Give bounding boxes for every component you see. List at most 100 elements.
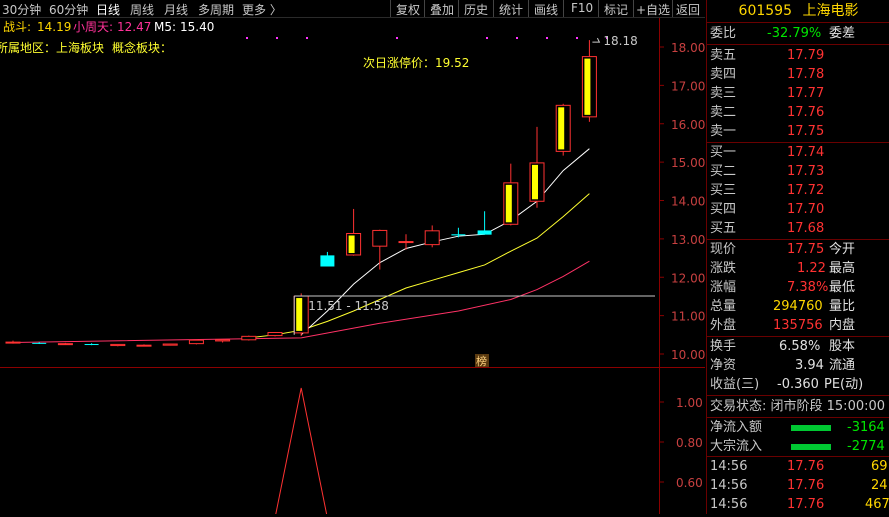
candle-fill [505, 184, 512, 223]
bid-label: 买四 [710, 202, 737, 217]
tick-row: 14:56 17.76 24 [707, 476, 889, 495]
flow-bar [791, 444, 831, 450]
bid-price: 17.74 [787, 145, 825, 160]
stat-label: 外盘 [710, 318, 737, 333]
stat-label: 现价 [710, 242, 737, 257]
add-watchlist-button[interactable]: +自选 [636, 1, 670, 18]
toolbar-divider [528, 0, 529, 17]
f10-button[interactable]: F10 [571, 1, 593, 15]
stat-label: 涨跌 [710, 261, 737, 276]
period-toolbar: 30分钟 60分钟 日线 周线 月线 多周期 更多 〉 复权 叠加 历史 统计 … [0, 0, 705, 18]
flow-label: 净流入额 [710, 420, 763, 435]
tick-time: 14:56 [710, 497, 748, 512]
price-tick-label: 18.00 [671, 41, 705, 55]
m5-value: 15.40 [180, 20, 214, 34]
signal-dot [576, 37, 578, 39]
price-tick-label: 10.00 [671, 348, 705, 362]
candle-body [424, 230, 440, 246]
candle-body [372, 229, 388, 247]
trade-status-row: 交易状态: 闭市阶段 15:00:00 [707, 397, 889, 416]
back-button[interactable]: 返回 [676, 1, 700, 18]
divider [707, 44, 889, 45]
tab-weekly[interactable]: 周线 [130, 1, 154, 18]
ask-price: 17.79 [787, 48, 825, 63]
overlay-button[interactable]: 叠加 [430, 1, 454, 18]
tick-row: 14:56 17.76 69 [707, 457, 889, 476]
ask-row: 卖五 17.79 [707, 46, 889, 65]
tab-monthly[interactable]: 月线 [164, 1, 188, 18]
stat-label: 净资 [710, 358, 737, 373]
weicha-label: 委差 [829, 26, 856, 41]
bid-price: 17.68 [787, 221, 825, 236]
history-button[interactable]: 历史 [464, 1, 488, 18]
stat-label: 收益(三) [710, 377, 760, 392]
candle-body [451, 234, 466, 236]
stat-label-2: 流通 [829, 358, 856, 373]
divider [707, 395, 889, 396]
stat-row: 涨幅 7.38% 最低 [707, 278, 889, 297]
high-label: 18.18 [603, 34, 637, 48]
signal-dot [546, 37, 548, 39]
stock-name: 上海电影 [802, 3, 859, 19]
candle-body [267, 332, 283, 337]
limit-up-text: 次日涨停价：19.52 [363, 55, 469, 70]
signal-dot [246, 37, 248, 39]
candle-fill [348, 235, 355, 253]
toolbar-divider [563, 0, 564, 17]
price-tick-label: 12.00 [671, 271, 705, 285]
tick-volume: 69 [871, 459, 888, 474]
range-label: 11.51 - 11.58 [308, 299, 389, 313]
bid-row: 买一 17.74 [707, 143, 889, 162]
stat-row: 收益(三) -0.360 PE(动) [707, 375, 889, 394]
ask-price: 17.76 [787, 105, 825, 120]
draw-line-button[interactable]: 画线 [534, 1, 558, 18]
stat-value: 7.38% [787, 280, 829, 295]
zhandou-label: 战斗: [3, 20, 31, 34]
candlestick-chart[interactable]: 战斗: 14.19 小周天: 12.47 M5: 15.40 所属地区：上海板块… [0, 18, 705, 517]
stat-label-2: PE(动) [824, 377, 864, 392]
candle-body [5, 341, 21, 344]
chart-area[interactable]: 战斗: 14.19 小周天: 12.47 M5: 15.40 所属地区：上海板块… [0, 18, 705, 517]
stat-label: 总量 [710, 299, 737, 314]
tab-more[interactable]: 更多 〉 [242, 1, 282, 18]
tab-60min[interactable]: 60分钟 [49, 1, 88, 18]
bid-row: 买五 17.68 [707, 219, 889, 238]
bid-row: 买三 17.72 [707, 181, 889, 200]
rank-badge-text: 榜 [476, 354, 487, 368]
stat-value: 6.58% [779, 339, 821, 354]
stat-label-2: 今开 [829, 242, 856, 257]
flow-label: 大宗流入 [710, 439, 763, 454]
statistics-button[interactable]: 统计 [499, 1, 523, 18]
ask-price: 17.75 [787, 124, 825, 139]
stat-row: 总量 294760 量比 [707, 297, 889, 316]
tick-volume: 24 [871, 478, 888, 493]
tab-multi-period[interactable]: 多周期 [198, 1, 234, 18]
candle-body [398, 241, 414, 244]
stat-label-2: 最高 [829, 261, 856, 276]
candle-fill [558, 107, 565, 150]
price-tick-label: 17.00 [671, 79, 705, 93]
ask-row: 卖三 17.77 [707, 84, 889, 103]
tick-row: 14:56 17.76 467 [707, 495, 889, 514]
candle-fill [296, 298, 303, 331]
bid-label: 买一 [710, 145, 737, 160]
candle-fill [532, 164, 538, 200]
candle-body [215, 339, 231, 342]
stat-value: 294760 [773, 299, 823, 314]
price-tick-label: 16.00 [671, 118, 705, 132]
tab-30min[interactable]: 30分钟 [2, 1, 41, 18]
candle-body [136, 344, 152, 347]
stat-value: -0.360 [777, 377, 819, 392]
signal-dot [276, 37, 278, 39]
mark-button[interactable]: 标记 [604, 1, 628, 18]
bid-label: 买三 [710, 183, 737, 198]
quote-panel: 601595 上海电影 委比 -32.79% 委差 卖五 17.79 卖四 17… [706, 0, 889, 514]
flow-row: 大宗流入 -2774 [707, 437, 889, 456]
fuquan-button[interactable]: 复权 [396, 1, 420, 18]
candle-body [241, 335, 257, 341]
stat-value: 135756 [773, 318, 823, 333]
candle-body [57, 343, 73, 346]
signal-dot [396, 37, 398, 39]
candle-fill [584, 58, 591, 115]
tab-daily[interactable]: 日线 [96, 1, 120, 18]
